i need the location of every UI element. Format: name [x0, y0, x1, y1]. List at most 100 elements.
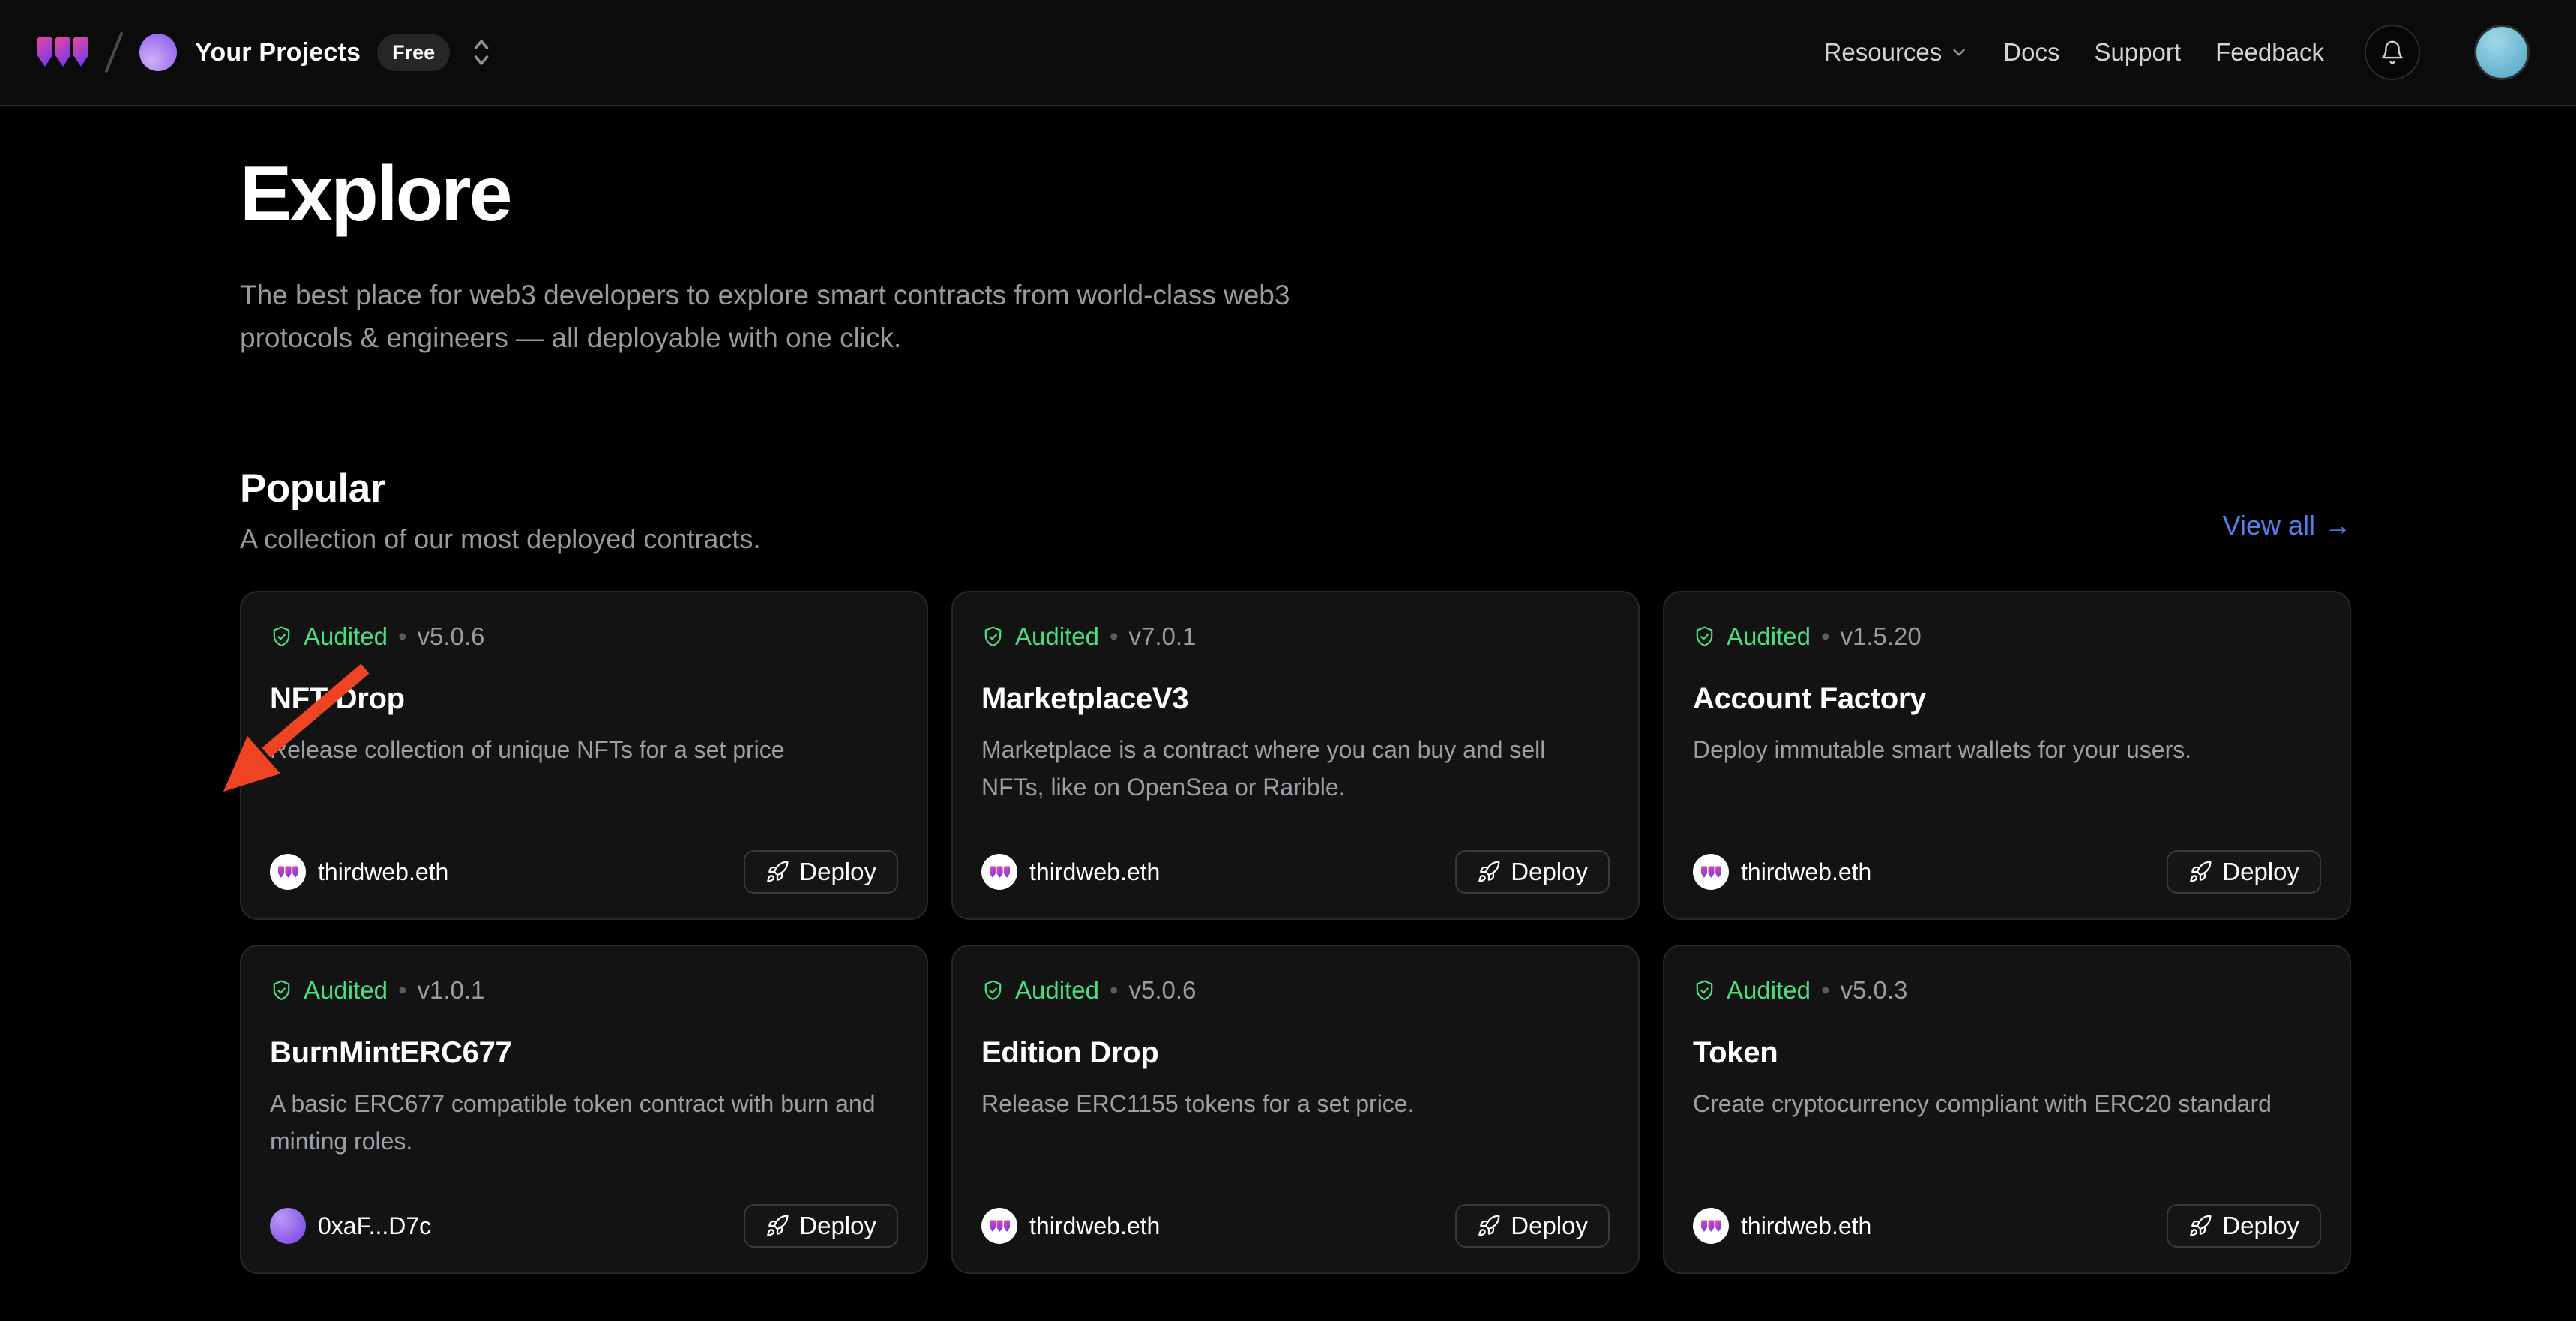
team-name[interactable]: Your Projects	[195, 38, 361, 67]
contract-description: Create cryptocurrency compliant with ERC…	[1693, 1085, 2321, 1122]
shield-check-icon	[981, 625, 1005, 649]
audited-badge: Audited	[304, 976, 388, 1005]
contract-version: v7.0.1	[1129, 622, 1197, 651]
thirdweb-logo[interactable]	[37, 34, 88, 70]
bell-icon	[2380, 40, 2405, 65]
card-footer: thirdweb.eth Deploy	[1693, 1204, 2321, 1248]
publisher-link[interactable]: thirdweb.eth	[981, 854, 1160, 890]
breadcrumb-separator	[104, 31, 123, 73]
publisher-avatar	[270, 854, 306, 890]
contract-version: v1.0.1	[418, 976, 485, 1005]
user-avatar[interactable]	[2474, 25, 2530, 80]
contract-title: NFT Drop	[270, 682, 898, 716]
nav-support[interactable]: Support	[2094, 38, 2181, 67]
publisher-avatar	[1693, 854, 1729, 890]
deploy-button-label: Deploy	[1511, 858, 1588, 886]
publisher-link[interactable]: thirdweb.eth	[1693, 854, 1871, 890]
contract-card[interactable]: Audited • v5.0.6 Edition Drop Release ER…	[951, 945, 1640, 1274]
thirdweb-mini-logo-icon	[1701, 1220, 1721, 1233]
card-meta-row: Audited • v7.0.1	[981, 622, 1610, 651]
section-subtitle: A collection of our most deployed contra…	[240, 523, 760, 555]
nav-resources[interactable]: Resources	[1824, 38, 1969, 67]
deploy-button[interactable]: Deploy	[2167, 1204, 2321, 1248]
deploy-button[interactable]: Deploy	[744, 1204, 898, 1248]
deploy-button-label: Deploy	[799, 858, 876, 886]
notifications-button[interactable]	[2365, 25, 2420, 80]
meta-dot: •	[1110, 622, 1119, 651]
deploy-button[interactable]: Deploy	[744, 850, 898, 894]
arrow-right-icon: →	[2324, 510, 2351, 541]
contract-title: Token	[1693, 1036, 2321, 1070]
thirdweb-mini-logo-icon	[278, 866, 298, 879]
contract-title: BurnMintERC677	[270, 1036, 898, 1070]
rocket-icon	[1477, 1214, 1501, 1238]
deploy-button-label: Deploy	[2222, 1212, 2299, 1240]
publisher-avatar	[981, 854, 1017, 890]
contract-version: v1.5.20	[1841, 622, 1922, 651]
team-avatar[interactable]	[139, 34, 177, 71]
nav-docs[interactable]: Docs	[2003, 38, 2059, 67]
contract-version: v5.0.6	[1129, 976, 1197, 1005]
deploy-button-label: Deploy	[1511, 1212, 1588, 1240]
publisher-name: 0xaF...D7c	[318, 1212, 431, 1240]
contract-card[interactable]: Audited • v7.0.1 MarketplaceV3 Marketpla…	[951, 591, 1640, 920]
shield-check-icon	[1693, 979, 1716, 1002]
view-all-label: View all	[2223, 510, 2315, 541]
rocket-icon	[2188, 1214, 2212, 1238]
publisher-avatar	[270, 1208, 306, 1244]
rocket-icon	[2188, 860, 2212, 884]
thirdweb-mini-logo-icon	[990, 1220, 1010, 1233]
contract-version: v5.0.3	[1841, 976, 1908, 1005]
section-title: Popular	[240, 466, 760, 511]
card-footer: thirdweb.eth Deploy	[1693, 850, 2321, 894]
cards-grid: Audited • v5.0.6 NFT Drop Release collec…	[240, 591, 2351, 1274]
deploy-button[interactable]: Deploy	[2167, 850, 2321, 894]
audited-badge: Audited	[1015, 976, 1099, 1005]
audited-badge: Audited	[304, 622, 388, 651]
popular-section-header: Popular A collection of our most deploye…	[240, 466, 2351, 555]
thirdweb-mini-logo-icon	[1701, 866, 1721, 879]
card-meta-row: Audited • v1.0.1	[270, 976, 898, 1005]
meta-dot: •	[398, 976, 407, 1005]
view-all-link[interactable]: View all →	[2223, 510, 2351, 541]
contract-title: Edition Drop	[981, 1036, 1610, 1070]
card-meta-row: Audited • v1.5.20	[1693, 622, 2321, 651]
main-content: Explore The best place for web3 develope…	[0, 106, 2576, 1274]
publisher-link[interactable]: thirdweb.eth	[981, 1208, 1160, 1244]
meta-dot: •	[1110, 976, 1119, 1005]
deploy-button[interactable]: Deploy	[1455, 850, 1610, 894]
contract-description: Deploy immutable smart wallets for your …	[1693, 731, 2321, 768]
shield-check-icon	[1693, 625, 1716, 649]
plan-badge: Free	[377, 34, 450, 71]
contract-card[interactable]: Audited • v5.0.6 NFT Drop Release collec…	[240, 591, 928, 920]
page-title: Explore	[240, 150, 2351, 239]
publisher-name: thirdweb.eth	[1029, 858, 1160, 886]
contract-version: v5.0.6	[418, 622, 485, 651]
deploy-button-label: Deploy	[799, 1212, 876, 1240]
publisher-avatar	[1693, 1208, 1729, 1244]
page-subtitle: The best place for web3 developers to ex…	[240, 274, 1357, 359]
card-meta-row: Audited • v5.0.3	[1693, 976, 2321, 1005]
rocket-icon	[765, 860, 789, 884]
publisher-link[interactable]: thirdweb.eth	[270, 854, 448, 890]
contract-card[interactable]: Audited • v1.0.1 BurnMintERC677 A basic …	[240, 945, 928, 1274]
publisher-link[interactable]: 0xaF...D7c	[270, 1208, 431, 1244]
contract-card[interactable]: Audited • v5.0.3 Token Create cryptocurr…	[1663, 945, 2351, 1274]
nav-feedback[interactable]: Feedback	[2215, 38, 2324, 67]
contract-description: Release ERC1155 tokens for a set price.	[981, 1085, 1610, 1122]
card-footer: thirdweb.eth Deploy	[981, 1204, 1610, 1248]
contract-card[interactable]: Audited • v1.5.20 Account Factory Deploy…	[1663, 591, 2351, 920]
header-nav: Resources Docs Support Feedback	[1824, 25, 2530, 80]
meta-dot: •	[398, 622, 407, 651]
rocket-icon	[1477, 860, 1501, 884]
publisher-link[interactable]: thirdweb.eth	[1693, 1208, 1871, 1244]
team-switcher-button[interactable]	[468, 35, 495, 70]
card-footer: 0xaF...D7c Deploy	[270, 1204, 898, 1248]
contract-description: Marketplace is a contract where you can …	[981, 731, 1610, 806]
publisher-name: thirdweb.eth	[1741, 858, 1871, 886]
chevrons-up-down-icon	[468, 35, 495, 70]
audited-badge: Audited	[1727, 622, 1811, 651]
contract-description: A basic ERC677 compatible token contract…	[270, 1085, 898, 1160]
contract-title: MarketplaceV3	[981, 682, 1610, 716]
deploy-button[interactable]: Deploy	[1455, 1204, 1610, 1248]
